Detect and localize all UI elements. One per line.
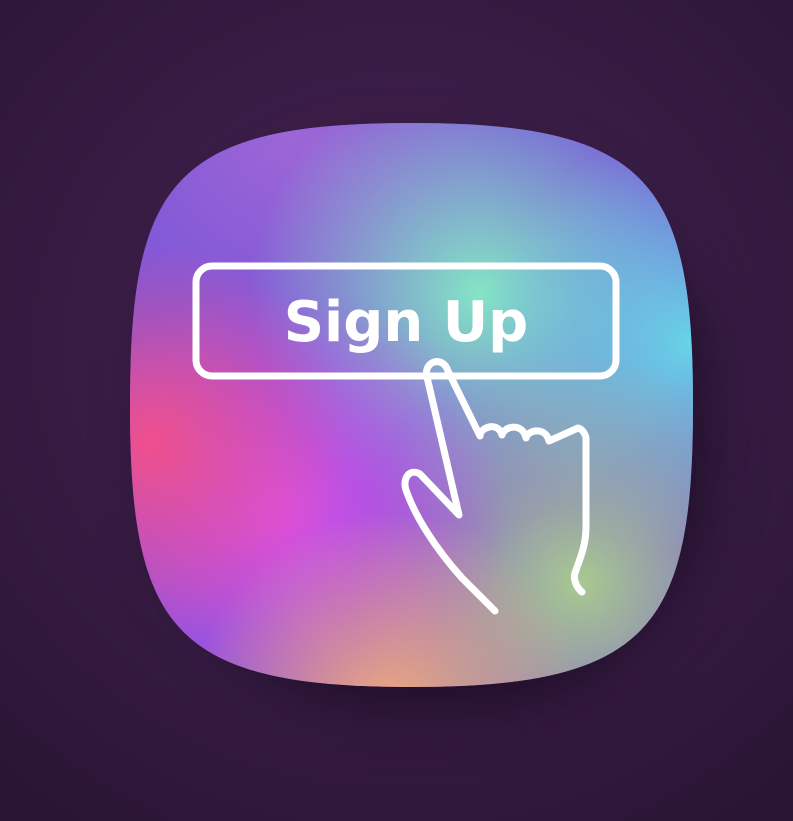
- sign-up-app-icon[interactable]: Sign Up: [130, 123, 693, 687]
- gradient-background: [130, 123, 693, 687]
- sign-up-label: Sign Up: [284, 290, 529, 355]
